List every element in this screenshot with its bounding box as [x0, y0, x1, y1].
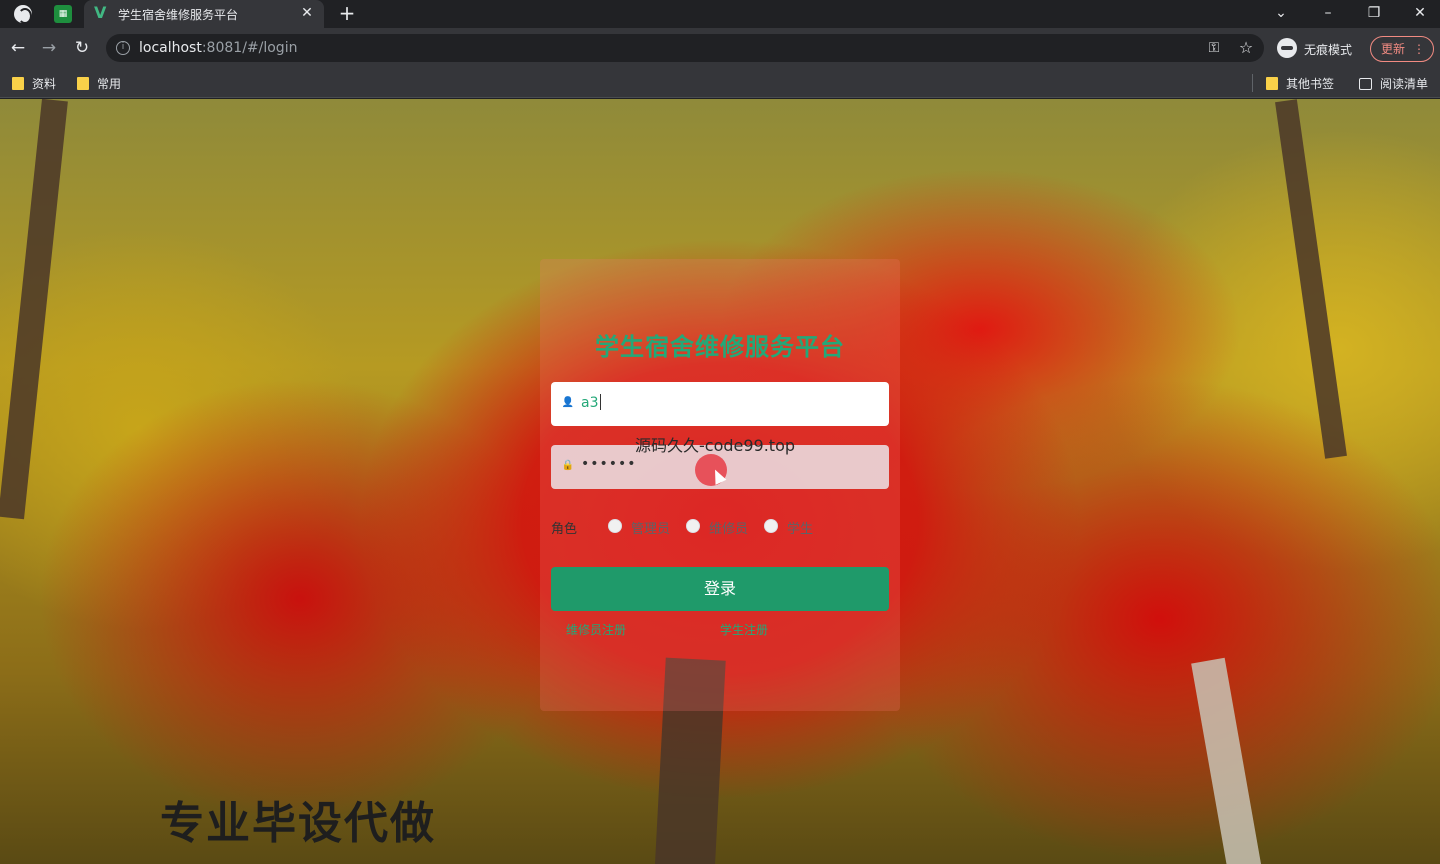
role-selector: 角色 管理员 维修员 学生 — [551, 517, 889, 537]
bookmark-other[interactable]: 其他书签 — [1266, 75, 1334, 92]
radio-student[interactable] — [764, 519, 778, 533]
restore-icon[interactable]: ❐ — [1361, 2, 1387, 24]
globe-icon[interactable] — [14, 5, 32, 24]
radio-label-repairman[interactable]: 维修员 — [709, 518, 748, 537]
user-icon: 👤 — [561, 397, 575, 408]
tree-trunk — [1275, 99, 1347, 459]
tab-search-icon[interactable]: ⌄ — [1268, 2, 1294, 24]
reading-list-icon — [1359, 78, 1372, 90]
tree-trunk — [1191, 657, 1263, 864]
username-input[interactable]: 👤 a3 — [551, 382, 889, 426]
student-register-link[interactable]: 学生注册 — [720, 621, 768, 638]
update-label: 更新 — [1381, 42, 1406, 56]
folder-icon — [1266, 77, 1278, 90]
radio-label-admin[interactable]: 管理员 — [631, 518, 670, 537]
login-form: 学生宿舍维修服务平台 👤 a3 🔒 •••••• 角色 管理员 维修员 学生 登… — [540, 259, 900, 711]
minimize-icon[interactable]: – — [1315, 2, 1341, 24]
username-value: a3 — [581, 394, 601, 411]
bookmark-folder-ziliao[interactable]: 资料 — [12, 75, 56, 92]
bookmark-star-icon[interactable]: ☆ — [1236, 38, 1256, 58]
info-icon[interactable]: i — [116, 41, 130, 55]
forward-icon[interactable]: → — [37, 36, 61, 60]
lock-icon: 🔒 — [561, 460, 575, 471]
new-tab-icon[interactable]: + — [336, 2, 358, 24]
browser-toolbar: ← → ↻ i localhost:8081/#/login ⚿ ☆ 无痕模式 … — [0, 28, 1440, 68]
tree-trunk — [0, 99, 68, 520]
address-bar[interactable]: i localhost:8081/#/login ⚿ ☆ — [106, 34, 1264, 62]
incognito-icon[interactable] — [1277, 38, 1297, 58]
key-icon[interactable]: ⚿ — [1204, 38, 1224, 58]
close-window-icon[interactable]: ✕ — [1407, 2, 1433, 24]
pinned-tab-icon[interactable]: ▦ — [54, 5, 72, 23]
login-button[interactable]: 登录 — [551, 567, 889, 611]
url-text[interactable]: localhost:8081/#/login — [139, 40, 297, 56]
update-button[interactable]: 更新 ⋮ — [1370, 36, 1434, 62]
tab-title: 学生宿舍维修服务平台 — [118, 8, 239, 22]
reading-list[interactable]: 阅读清单 — [1359, 75, 1428, 92]
back-icon[interactable]: ← — [6, 36, 30, 60]
folder-icon — [77, 77, 89, 90]
bookmark-folder-changyong[interactable]: 常用 — [77, 75, 121, 92]
password-value: •••••• — [581, 456, 637, 472]
radio-repairman[interactable] — [686, 519, 700, 533]
close-tab-icon[interactable]: ✕ — [298, 4, 316, 22]
radio-admin[interactable] — [608, 519, 622, 533]
menu-dots-icon[interactable]: ⋮ — [1413, 37, 1425, 61]
tab-bar: ▦ V 学生宿舍维修服务平台 ✕ + ⌄ – ❐ ✕ — [0, 0, 1440, 28]
bookmarks-bar: 资料 常用 其他书签 阅读清单 — [0, 68, 1440, 98]
vue-favicon-icon: V — [94, 3, 107, 22]
watermark-text: 源码久久-code99.top — [635, 436, 796, 455]
login-page-background: 学生宿舍维修服务平台 👤 a3 🔒 •••••• 角色 管理员 维修员 学生 登… — [0, 99, 1440, 864]
login-title: 学生宿舍维修服务平台 — [595, 333, 845, 361]
reload-icon[interactable]: ↻ — [70, 36, 94, 60]
text-caret — [599, 394, 601, 410]
promo-text: 专业毕设代做 — [160, 798, 436, 849]
repairman-register-link[interactable]: 维修员注册 — [566, 621, 626, 638]
radio-label-student[interactable]: 学生 — [787, 518, 813, 537]
folder-icon — [12, 77, 24, 90]
active-tab[interactable]: V 学生宿舍维修服务平台 ✕ — [84, 0, 324, 28]
bookmark-separator — [1252, 74, 1253, 92]
role-label: 角色 — [551, 522, 578, 537]
incognito-label[interactable]: 无痕模式 — [1304, 41, 1352, 58]
